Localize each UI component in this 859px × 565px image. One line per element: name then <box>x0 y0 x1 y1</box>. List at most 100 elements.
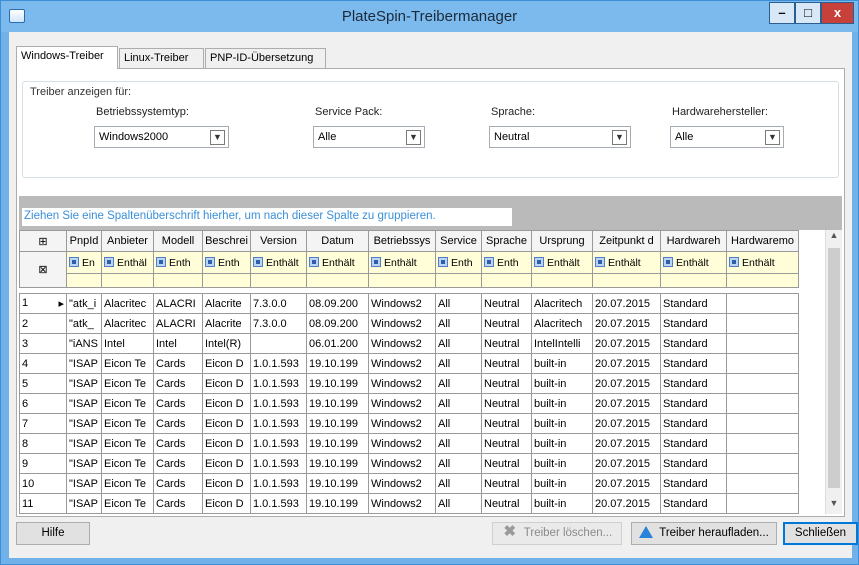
row-number[interactable]: 11 <box>19 493 67 514</box>
column-header[interactable]: Hardwareh <box>660 230 727 252</box>
filter-input[interactable] <box>726 273 799 288</box>
table-cell[interactable]: Standard <box>660 453 727 474</box>
table-cell[interactable]: Windows2 <box>368 473 436 494</box>
table-cell[interactable] <box>726 493 799 514</box>
table-cell[interactable]: Intel(R) <box>202 333 251 354</box>
table-cell[interactable]: "ISAP <box>66 413 102 434</box>
tab-pnp-id-translation[interactable]: PNP-ID-Übersetzung <box>205 48 326 68</box>
filter-input[interactable] <box>368 273 436 288</box>
table-cell[interactable] <box>726 513 799 514</box>
table-cell[interactable]: Neutral <box>481 433 532 454</box>
table-cell[interactable]: "ISAP <box>66 393 102 414</box>
table-cell[interactable]: Neutral <box>481 513 532 514</box>
table-row[interactable]: 12"iVLAIntelIntelIntel(R)06.01.200Window… <box>19 513 799 514</box>
filter-cell[interactable]: En <box>66 251 102 274</box>
filter-input[interactable] <box>592 273 661 288</box>
table-cell[interactable]: Eicon Te <box>101 353 154 374</box>
column-header[interactable]: PnpId <box>66 230 102 252</box>
table-cell[interactable]: Intel <box>101 513 154 514</box>
table-cell[interactable]: Windows2 <box>368 393 436 414</box>
table-cell[interactable] <box>726 373 799 394</box>
vertical-scrollbar[interactable]: ▲ ▼ <box>825 230 842 514</box>
table-cell[interactable]: All <box>435 293 482 314</box>
filter-operator-icon[interactable] <box>729 256 739 267</box>
table-cell[interactable]: Neutral <box>481 333 532 354</box>
scroll-down-icon[interactable]: ▼ <box>826 498 842 514</box>
table-cell[interactable]: Standard <box>660 433 727 454</box>
table-cell[interactable]: Standard <box>660 293 727 314</box>
table-cell[interactable]: Windows2 <box>368 313 436 334</box>
table-cell[interactable]: Neutral <box>481 393 532 414</box>
table-cell[interactable]: 20.07.2015 <box>592 473 661 494</box>
row-number[interactable]: 12 <box>19 513 67 514</box>
filter-input[interactable] <box>306 273 369 288</box>
chevron-down-icon[interactable]: ▼ <box>210 130 225 145</box>
table-cell[interactable]: Standard <box>660 493 727 514</box>
table-cell[interactable]: Windows2 <box>368 513 436 514</box>
table-row[interactable]: 10 "ISAP Eicon Te Cards Eicon D 1.0.1.593 19.1… <box>19 473 799 494</box>
table-cell[interactable] <box>250 513 307 514</box>
table-cell[interactable]: Standard <box>660 333 727 354</box>
table-cell[interactable]: Intel <box>153 513 203 514</box>
table-cell[interactable]: ALACRI <box>153 293 203 314</box>
table-cell[interactable]: Windows2 <box>368 493 436 514</box>
row-number[interactable]: 4 <box>19 353 67 374</box>
table-cell[interactable]: 1.0.1.593 <box>250 353 307 374</box>
filter-operator-icon[interactable] <box>534 256 544 267</box>
filter-input[interactable] <box>66 273 102 288</box>
table-cell[interactable]: Eicon Te <box>101 373 154 394</box>
column-header[interactable]: Betriebssys <box>368 230 436 252</box>
table-cell[interactable] <box>250 333 307 354</box>
table-cell[interactable]: Cards <box>153 393 203 414</box>
table-cell[interactable]: 08.09.200 <box>306 313 369 334</box>
table-row[interactable]: 11 "ISAP Eicon Te Cards Eicon D 1.0.1.593 19.1… <box>19 493 799 514</box>
scroll-thumb[interactable] <box>828 248 840 488</box>
table-cell[interactable]: 19.10.199 <box>306 373 369 394</box>
table-cell[interactable]: built-in <box>531 393 593 414</box>
table-cell[interactable]: 1.0.1.593 <box>250 373 307 394</box>
table-cell[interactable]: Windows2 <box>368 433 436 454</box>
table-cell[interactable]: 20.07.2015 <box>592 373 661 394</box>
table-cell[interactable]: IntelIntelli <box>531 513 593 514</box>
filter-cell[interactable]: Enthält <box>368 251 436 274</box>
table-cell[interactable]: Neutral <box>481 413 532 434</box>
table-cell[interactable]: Standard <box>660 393 727 414</box>
table-cell[interactable]: All <box>435 473 482 494</box>
table-cell[interactable]: Eicon D <box>202 473 251 494</box>
row-number[interactable]: 3 <box>19 333 67 354</box>
table-cell[interactable]: Standard <box>660 353 727 374</box>
table-cell[interactable]: "iVLA <box>66 513 102 514</box>
table-cell[interactable]: All <box>435 453 482 474</box>
filter-input[interactable] <box>435 273 482 288</box>
table-cell[interactable]: 20.07.2015 <box>592 433 661 454</box>
filter-input[interactable] <box>481 273 532 288</box>
manufacturer-select[interactable]: Alle ▼ <box>670 126 784 148</box>
column-header[interactable]: Ursprung <box>531 230 593 252</box>
scroll-up-icon[interactable]: ▲ <box>826 230 842 246</box>
table-cell[interactable]: Windows2 <box>368 353 436 374</box>
table-row[interactable]: 3 "iANS Intel Intel Intel(R) 06.01.200 Windows… <box>19 333 799 354</box>
row-number[interactable]: 9 <box>19 453 67 474</box>
title-bar[interactable]: PlateSpin-Treibermanager – □ x <box>1 1 858 32</box>
table-cell[interactable]: Neutral <box>481 493 532 514</box>
table-cell[interactable]: Neutral <box>481 473 532 494</box>
table-cell[interactable]: 20.07.2015 <box>592 493 661 514</box>
table-cell[interactable]: Eicon D <box>202 493 251 514</box>
table-cell[interactable]: Standard <box>660 373 727 394</box>
filter-cell[interactable]: Enth <box>153 251 203 274</box>
table-cell[interactable]: Standard <box>660 313 727 334</box>
table-cell[interactable]: 1.0.1.593 <box>250 433 307 454</box>
table-cell[interactable] <box>726 473 799 494</box>
table-cell[interactable]: Cards <box>153 473 203 494</box>
filter-input[interactable] <box>660 273 727 288</box>
filter-cell[interactable]: Enthält <box>250 251 307 274</box>
table-cell[interactable]: 06.01.200 <box>306 513 369 514</box>
table-cell[interactable]: built-in <box>531 373 593 394</box>
table-cell[interactable]: All <box>435 513 482 514</box>
table-cell[interactable]: ALACRI <box>153 313 203 334</box>
table-cell[interactable] <box>726 353 799 374</box>
table-cell[interactable]: 20.07.2015 <box>592 453 661 474</box>
table-cell[interactable]: built-in <box>531 353 593 374</box>
table-cell[interactable]: 1.0.1.593 <box>250 493 307 514</box>
tab-linux-drivers[interactable]: Linux-Treiber <box>119 48 204 68</box>
